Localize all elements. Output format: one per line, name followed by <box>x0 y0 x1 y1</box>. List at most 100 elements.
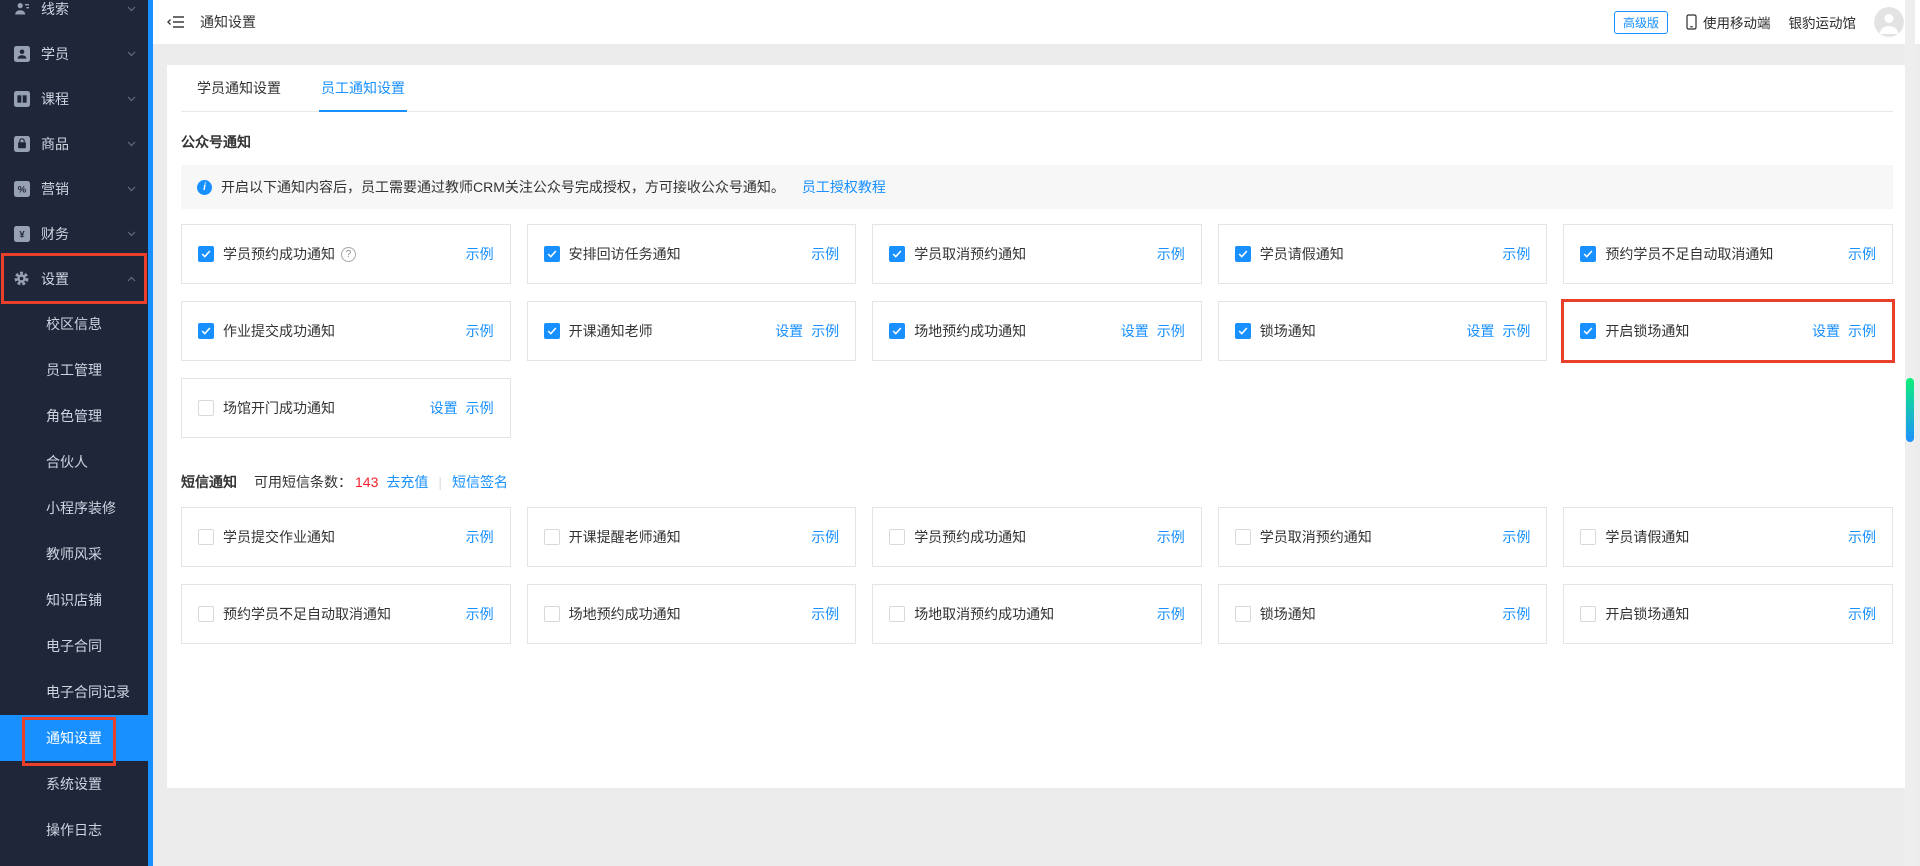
wechat-homework-submit-success-example-link[interactable]: 示例 <box>466 321 494 341</box>
wechat-open-lock-venue-checkbox[interactable] <box>1580 323 1597 339</box>
wechat-open-lock-venue-example-link[interactable]: 示例 <box>1848 321 1876 341</box>
sms-open-lock-venue-checkbox[interactable] <box>1580 606 1597 622</box>
card-links: 示例 <box>1494 604 1530 624</box>
sms-insufficient-auto-cancel-checkbox[interactable] <box>198 606 214 622</box>
sms-lock-venue-checkbox[interactable] <box>1234 606 1251 622</box>
wechat-class-start-teacher-checkbox[interactable] <box>543 323 560 339</box>
sidebar-item-staff-management[interactable]: 员工管理 <box>0 347 148 393</box>
wechat-venue-door-open-success-settings-link[interactable]: 设置 <box>430 398 458 418</box>
sms-class-remind-teacher-checkbox[interactable] <box>543 529 560 545</box>
wechat-student-booking-success-example-link[interactable]: 示例 <box>466 244 494 264</box>
sidebar-item-courses[interactable]: 课程 <box>0 76 148 121</box>
wechat-student-cancel-booking-checkbox[interactable] <box>889 246 906 262</box>
wechat-venue-door-open-success-checkbox[interactable] <box>198 400 214 416</box>
wechat-lock-venue-checkbox[interactable] <box>1234 323 1251 339</box>
notify-card-label: 预约学员不足自动取消通知 <box>1605 246 1774 262</box>
sms-student-leave-example-link[interactable]: 示例 <box>1848 527 1876 547</box>
plan-badge[interactable]: 高级版 <box>1613 10 1668 34</box>
avatar[interactable] <box>1874 7 1904 37</box>
sms-student-booking-success-example-link[interactable]: 示例 <box>1157 527 1185 547</box>
sms-lock-venue-example-link[interactable]: 示例 <box>1502 604 1530 624</box>
sidebar-item-teacher-showcase[interactable]: 教师风采 <box>0 531 148 577</box>
wechat-student-leave-example-link[interactable]: 示例 <box>1502 244 1530 264</box>
sidebar-item-products[interactable]: 商品 <box>0 121 148 166</box>
wechat-venue-door-open-success-example-link[interactable]: 示例 <box>466 398 494 418</box>
sms-student-booking-success-checkbox[interactable] <box>889 529 906 545</box>
wechat-insufficient-auto-cancel-checkbox[interactable] <box>1580 246 1597 262</box>
tab-staff-notify[interactable]: 员工通知设置 <box>319 78 407 112</box>
settings-icon <box>13 270 30 287</box>
scrollbar-track[interactable] <box>1905 0 1915 866</box>
sms-class-remind-teacher-example-link[interactable]: 示例 <box>811 527 839 547</box>
sidebar-item-system-settings[interactable]: 系统设置 <box>0 761 148 807</box>
sidebar-item-finance[interactable]: ¥ 财务 <box>0 211 148 256</box>
sidebar-item-miniprogram-decoration[interactable]: 小程序装修 <box>0 485 148 531</box>
sidebar-item-operation-log[interactable]: 操作日志 <box>0 807 148 853</box>
collapse-sidebar-icon[interactable] <box>167 15 185 29</box>
wechat-insufficient-auto-cancel-example-link[interactable]: 示例 <box>1848 244 1876 264</box>
wechat-venue-booking-success-example-link[interactable]: 示例 <box>1157 321 1185 341</box>
sms-section-title: 短信通知 <box>181 474 237 490</box>
wechat-homework-submit-success-checkbox[interactable] <box>198 323 214 339</box>
sidebar-item-students[interactable]: 学员 <box>0 31 148 76</box>
wechat-open-lock-venue-settings-link[interactable]: 设置 <box>1812 321 1840 341</box>
card-links: 示例 <box>1840 604 1876 624</box>
sms-student-leave-checkbox[interactable] <box>1580 529 1597 545</box>
sms-venue-cancel-booking-success-example-link[interactable]: 示例 <box>1157 604 1185 624</box>
wechat-student-leave-checkbox[interactable] <box>1234 246 1251 262</box>
sidebar-item-e-contract[interactable]: 电子合同 <box>0 623 148 669</box>
sms-student-cancel-booking-example-link[interactable]: 示例 <box>1502 527 1530 547</box>
wechat-venue-booking-success-settings-link[interactable]: 设置 <box>1121 321 1149 341</box>
card-links: 示例 <box>1149 604 1185 624</box>
check-icon <box>1583 327 1593 335</box>
sidebar-item-leads[interactable]: 线索 <box>0 0 148 31</box>
card-links: 示例 <box>803 527 839 547</box>
wechat-arrange-followup-task-checkbox[interactable] <box>543 246 560 262</box>
sms-student-cancel-booking-checkbox[interactable] <box>1234 529 1251 545</box>
sms-venue-booking-success-example-link[interactable]: 示例 <box>811 604 839 624</box>
wechat-student-cancel-booking-example-link[interactable]: 示例 <box>1157 244 1185 264</box>
sms-student-submit-homework-checkbox[interactable] <box>198 529 214 545</box>
wechat-arrange-followup-task-example-link[interactable]: 示例 <box>811 244 839 264</box>
check-icon <box>201 327 211 335</box>
sms-quota-label: 可用短信条数： <box>254 474 352 490</box>
sidebar-item-notification-settings[interactable]: 通知设置 <box>0 715 148 766</box>
wechat-class-start-teacher-example-link[interactable]: 示例 <box>811 321 839 341</box>
tab-student-notify[interactable]: 学员通知设置 <box>195 78 283 111</box>
wechat-notify-card-open-lock-venue: 开启锁场通知 设置 示例 <box>1561 299 1895 363</box>
content-area: 学员通知设置 员工通知设置 公众号通知 i 开启以下通知内容后，员工需要通过教师… <box>153 44 1920 866</box>
check-icon <box>547 250 557 258</box>
sidebar-item-knowledge-store[interactable]: 知识店铺 <box>0 577 148 623</box>
notify-card-label: 场地预约成功通知 <box>568 606 681 622</box>
sms-venue-cancel-booking-success-checkbox[interactable] <box>889 606 906 622</box>
check-icon <box>892 327 902 335</box>
sms-student-submit-homework-example-link[interactable]: 示例 <box>466 527 494 547</box>
sidebar-item-settings[interactable]: 设置 <box>0 253 148 304</box>
sidebar-item-partner[interactable]: 合伙人 <box>0 439 148 485</box>
sidebar-item-e-contract-records[interactable]: 电子合同记录 <box>0 669 148 715</box>
sms-insufficient-auto-cancel-example-link[interactable]: 示例 <box>466 604 494 624</box>
sms-notify-card-student-cancel-booking: 学员取消预约通知 示例 <box>1217 507 1548 567</box>
card-links: 示例 <box>458 527 494 547</box>
card-links: 示例 <box>1840 527 1876 547</box>
staff-auth-tutorial-link[interactable]: 员工授权教程 <box>802 177 886 197</box>
notify-card-label: 安排回访任务通知 <box>568 246 681 262</box>
wechat-venue-booking-success-checkbox[interactable] <box>889 323 906 339</box>
scrollbar-thumb[interactable] <box>1906 378 1914 442</box>
recharge-link[interactable]: 去充值 <box>386 472 428 492</box>
sidebar-item-label: 校区信息 <box>46 316 102 332</box>
leads-icon <box>13 0 30 17</box>
card-links: 示例 <box>803 244 839 264</box>
wechat-class-start-teacher-settings-link[interactable]: 设置 <box>775 321 803 341</box>
sms-venue-booking-success-checkbox[interactable] <box>543 606 560 622</box>
wechat-lock-venue-example-link[interactable]: 示例 <box>1502 321 1530 341</box>
wechat-student-booking-success-checkbox[interactable] <box>198 246 214 262</box>
sidebar-item-role-management[interactable]: 角色管理 <box>0 393 148 439</box>
sidebar-item-marketing[interactable]: % 营销 <box>0 166 148 211</box>
sms-signature-link[interactable]: 短信签名 <box>452 472 508 492</box>
wechat-lock-venue-settings-link[interactable]: 设置 <box>1466 321 1494 341</box>
account-name[interactable]: 银豹运动馆 <box>1789 12 1857 32</box>
sms-open-lock-venue-example-link[interactable]: 示例 <box>1848 604 1876 624</box>
use-mobile-button[interactable]: 使用移动端 <box>1686 12 1771 32</box>
sidebar-item-campus-info[interactable]: 校区信息 <box>0 301 148 347</box>
